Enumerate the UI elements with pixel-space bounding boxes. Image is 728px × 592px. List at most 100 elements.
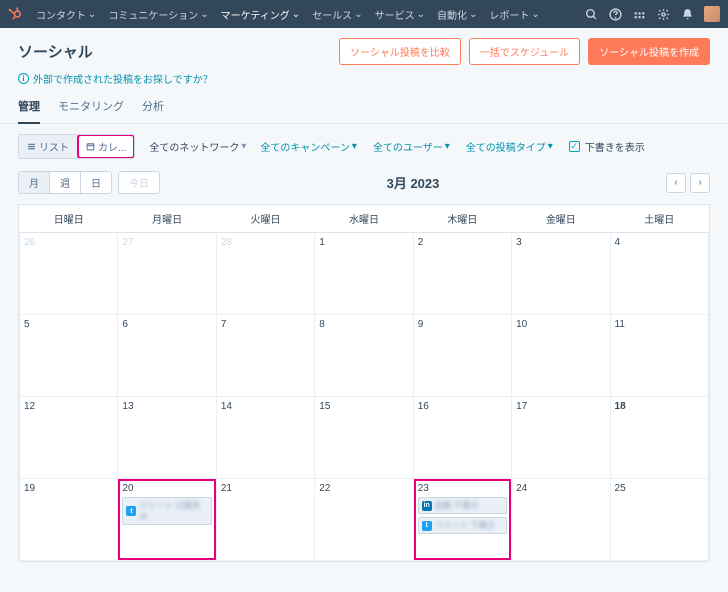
calendar-cell[interactable]: 25 (610, 479, 708, 561)
next-month-button[interactable]: › (690, 173, 710, 193)
day-number: 21 (221, 483, 310, 494)
day-number: 6 (122, 319, 211, 330)
day-number: 27 (122, 237, 211, 248)
checkbox-icon (569, 141, 580, 152)
period-day[interactable]: 日 (81, 172, 111, 193)
period-row: 月 週 日 今日 3月 2023 ‹ › (0, 169, 728, 198)
prev-month-button[interactable]: ‹ (666, 173, 686, 193)
day-number: 11 (615, 319, 704, 330)
dow-header: 金曜日 (512, 205, 610, 233)
day-number: 12 (24, 401, 113, 412)
calendar-cell[interactable]: 8 (315, 315, 413, 397)
day-number: 20 (122, 483, 211, 494)
day-number: 22 (319, 483, 408, 494)
hint-row: i 外部で作成された投稿をお探しですか？ (0, 71, 728, 92)
period-toggle: 月 週 日 (18, 171, 112, 194)
nav-item-6[interactable]: レポート⌄ (483, 0, 545, 28)
notifications-icon[interactable] (680, 7, 694, 21)
help-icon[interactable] (608, 7, 622, 21)
toolbar: リスト カレ... 全てのネットワーク▾ 全てのキャンペーン▾ 全てのユーザー▾… (0, 124, 728, 169)
campaign-filter[interactable]: 全てのキャンペーン▾ (258, 136, 359, 157)
calendar-cell[interactable]: 5 (20, 315, 118, 397)
calendar-cell[interactable]: 1 (315, 233, 413, 315)
day-number: 1 (319, 237, 408, 248)
scheduled-post[interactable]: tツイート 公開済み (122, 497, 211, 525)
calendar-cell[interactable]: 15 (315, 397, 413, 479)
info-icon: i (18, 73, 29, 84)
calendar: 日曜日月曜日火曜日水曜日木曜日金曜日土曜日 262728123456789101… (18, 204, 710, 562)
marketplace-icon[interactable] (632, 7, 646, 21)
calendar-cell[interactable]: 26 (20, 233, 118, 315)
calendar-cell[interactable]: 6 (118, 315, 216, 397)
nav-item-4[interactable]: サービス⌄ (369, 0, 431, 28)
calendar-cell[interactable]: 16 (413, 397, 511, 479)
user-filter[interactable]: 全てのユーザー▾ (371, 136, 452, 157)
calendar-cell[interactable]: 10 (512, 315, 610, 397)
day-number: 3 (516, 237, 605, 248)
tab-2[interactable]: 分析 (142, 92, 164, 123)
dow-header: 火曜日 (216, 205, 314, 233)
calendar-cell[interactable]: 12 (20, 397, 118, 479)
day-number: 2 (418, 237, 507, 248)
nav-item-0[interactable]: コンタクト⌄ (30, 0, 102, 28)
calendar-cell[interactable]: 20 tツイート 公開済み (118, 479, 216, 561)
day-number: 28 (221, 237, 310, 248)
day-number: 17 (516, 401, 605, 412)
search-icon[interactable] (584, 7, 598, 21)
nav-item-5[interactable]: 自動化⌄ (431, 0, 483, 28)
nav-item-2[interactable]: マーケティング⌄ (215, 0, 307, 28)
calendar-cell[interactable]: 24 (512, 479, 610, 561)
tab-0[interactable]: 管理 (18, 92, 40, 124)
calendar-cell[interactable]: 9 (413, 315, 511, 397)
calendar-cell[interactable]: 14 (216, 397, 314, 479)
day-number: 5 (24, 319, 113, 330)
calendar-cell[interactable]: 2 (413, 233, 511, 315)
compare-button[interactable]: ソーシャル投稿を比較 (339, 38, 461, 65)
settings-icon[interactable] (656, 7, 670, 21)
day-number: 15 (319, 401, 408, 412)
day-number: 8 (319, 319, 408, 330)
calendar-cell[interactable]: 11 (610, 315, 708, 397)
calendar-cell[interactable]: 4 (610, 233, 708, 315)
external-posts-link[interactable]: 外部で作成された投稿をお探しですか？ (33, 71, 213, 86)
scheduled-post[interactable]: in投稿 下書き (418, 497, 507, 514)
twitter-icon: t (126, 506, 136, 516)
scheduled-post[interactable]: tツイート 下書き (418, 517, 507, 534)
list-view-button[interactable]: リスト (19, 135, 78, 158)
calendar-cell[interactable]: 27 (118, 233, 216, 315)
section-tabs: 管理モニタリング分析 (0, 92, 728, 124)
calendar-cell[interactable]: 23in投稿 下書きtツイート 下書き (413, 479, 511, 561)
period-month[interactable]: 月 (19, 172, 50, 193)
calendar-cell[interactable]: 18 (610, 397, 708, 479)
calendar-cell[interactable]: 3 (512, 233, 610, 315)
day-number: 9 (418, 319, 507, 330)
calendar-cell[interactable]: 7 (216, 315, 314, 397)
dow-header: 水曜日 (315, 205, 413, 233)
day-number: 13 (122, 401, 211, 412)
calendar-cell[interactable]: 17 (512, 397, 610, 479)
tab-1[interactable]: モニタリング (58, 92, 124, 123)
dow-header: 土曜日 (610, 205, 708, 233)
nav-item-3[interactable]: セールス⌄ (306, 0, 368, 28)
day-number: 16 (418, 401, 507, 412)
network-filter[interactable]: 全てのネットワーク▾ (147, 136, 248, 157)
show-drafts-checkbox[interactable]: 下書きを表示 (567, 136, 647, 157)
dow-header: 日曜日 (20, 205, 118, 233)
day-number: 18 (615, 401, 704, 412)
calendar-cell[interactable]: 22 (315, 479, 413, 561)
bulk-schedule-button[interactable]: 一括でスケジュール (469, 38, 580, 65)
create-post-button[interactable]: ソーシャル投稿を作成 (588, 38, 710, 65)
top-nav: コンタクト⌄コミュニケーション⌄マーケティング⌄セールス⌄サービス⌄自動化⌄レポ… (0, 0, 728, 28)
today-button[interactable]: 今日 (118, 171, 160, 194)
account-avatar[interactable] (704, 6, 720, 22)
calendar-view-button[interactable]: カレ... (78, 135, 134, 158)
post-type-filter[interactable]: 全ての投稿タイプ▾ (464, 136, 555, 157)
hubspot-logo-icon[interactable] (8, 7, 22, 21)
calendar-cell[interactable]: 13 (118, 397, 216, 479)
nav-item-1[interactable]: コミュニケーション⌄ (102, 0, 214, 28)
calendar-cell[interactable]: 28 (216, 233, 314, 315)
calendar-cell[interactable]: 21 (216, 479, 314, 561)
day-number: 14 (221, 401, 310, 412)
period-week[interactable]: 週 (50, 172, 81, 193)
calendar-cell[interactable]: 19 (20, 479, 118, 561)
